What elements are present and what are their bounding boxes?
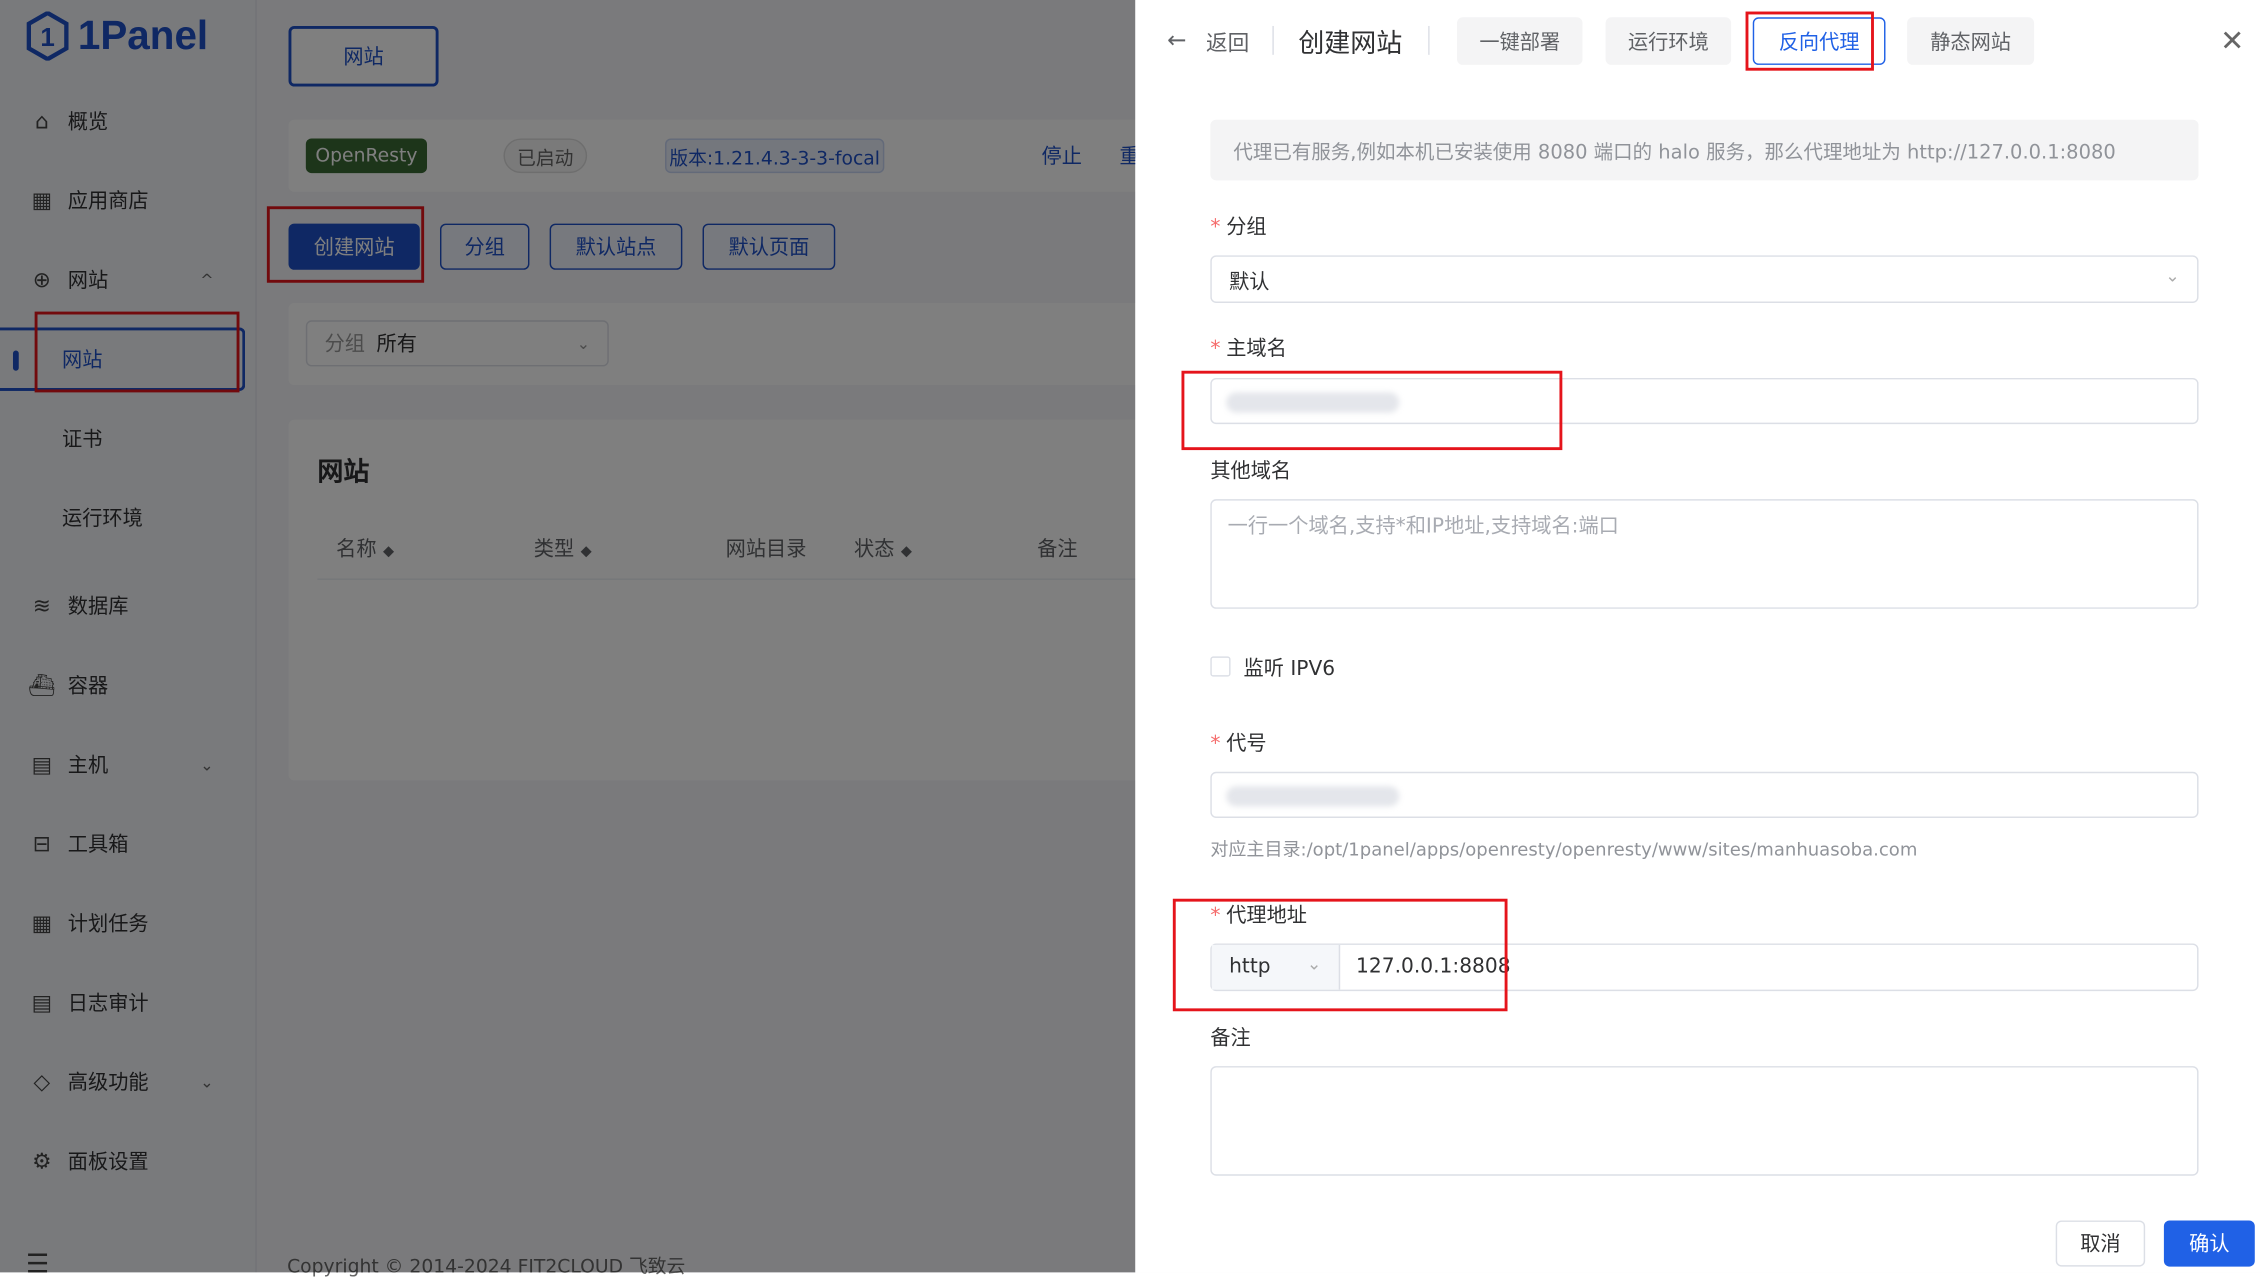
back-arrow-icon[interactable]: ← (1167, 26, 1186, 53)
remark-label: 备注 (1210, 1027, 1251, 1051)
chevron-down-icon: ⌄ (1306, 953, 1322, 974)
alias-label: * 代号 (1210, 732, 1267, 756)
redacted-value (1226, 392, 1400, 413)
redacted-value (1226, 786, 1400, 807)
cancel-button[interactable]: 取消 (2055, 1220, 2146, 1267)
create-website-drawer: ← 返回 创建网站 一键部署 运行环境 反向代理 静态网站 ✕ 代理已有服务,例… (1135, 0, 2262, 1273)
confirm-button[interactable]: 确认 (2163, 1220, 2255, 1267)
group-select[interactable]: 默认 ⌄ (1210, 255, 2199, 303)
modal-overlay[interactable] (0, 0, 1136, 1273)
info-alert: 代理已有服务,例如本机已安装使用 8080 端口的 halo 服务，那么代理地址… (1210, 119, 2199, 181)
primary-domain-input[interactable] (1210, 377, 2199, 425)
alias-hint: 对应主目录:/opt/1panel/apps/openresty/openres… (1210, 838, 1918, 860)
ipv6-label: 监听 IPV6 (1243, 657, 1336, 681)
tab-static-site[interactable]: 静态网站 (1907, 17, 2035, 65)
close-icon[interactable]: ✕ (2220, 23, 2244, 58)
proxy-scheme-select[interactable]: http ⌄ (1211, 944, 1341, 990)
other-domains-label: 其他域名 (1210, 460, 1292, 484)
proxy-input-group: http ⌄ 127.0.0.1:8808 (1210, 943, 2199, 992)
alias-input[interactable] (1210, 771, 2199, 818)
drawer-title: 创建网站 (1298, 28, 1403, 60)
tab-runtime[interactable]: 运行环境 (1605, 17, 1732, 65)
group-label: * 分组 (1210, 216, 1267, 240)
tab-one-click-deploy[interactable]: 一键部署 (1457, 17, 1583, 65)
tab-reverse-proxy[interactable]: 反向代理 (1752, 17, 1886, 65)
primary-domain-label: * 主域名 (1210, 337, 1287, 361)
ipv6-checkbox[interactable] (1210, 656, 1231, 677)
remark-textarea[interactable] (1210, 1066, 2199, 1176)
proxy-label: * 代理地址 (1210, 904, 1307, 928)
proxy-address-input[interactable]: 127.0.0.1:8808 (1340, 945, 1526, 990)
back-link[interactable]: 返回 (1206, 27, 1249, 57)
chevron-down-icon: ⌄ (2165, 265, 2180, 286)
other-domains-textarea[interactable]: 一行一个域名,支持*和IP地址,支持域名:端口 (1210, 499, 2199, 609)
